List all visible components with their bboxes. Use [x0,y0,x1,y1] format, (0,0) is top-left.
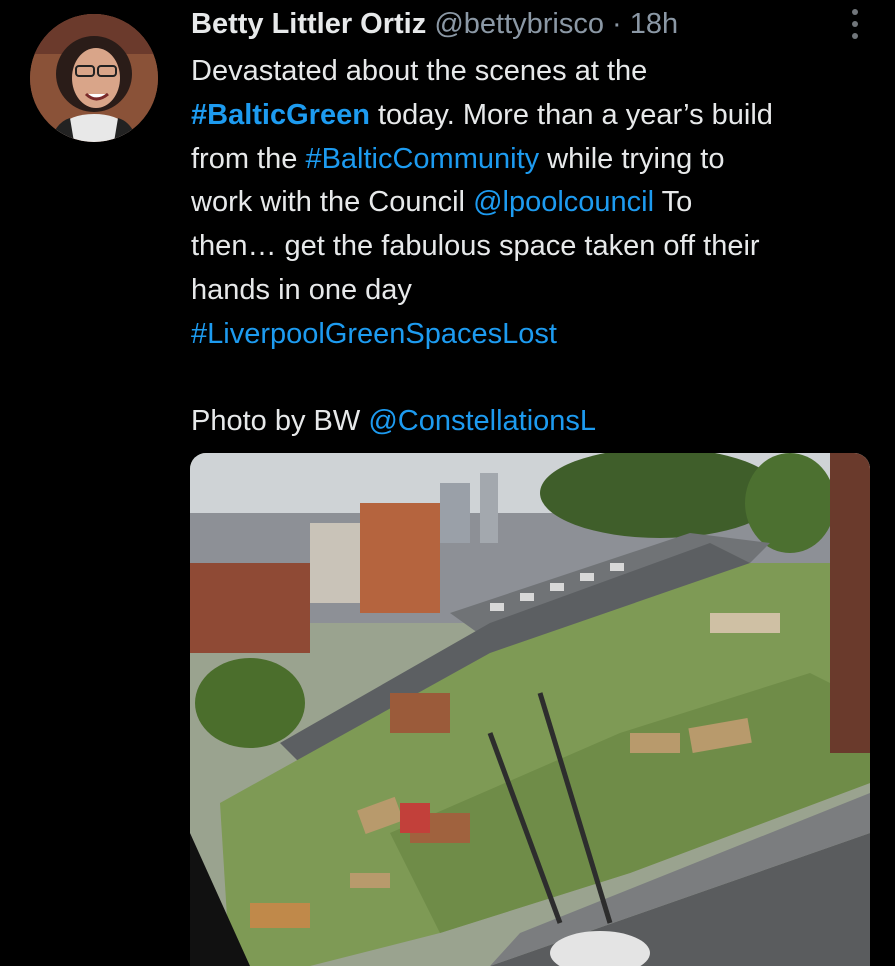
author-handle[interactable]: @bettybrisco [434,8,604,40]
tweet-time[interactable]: 18h [630,8,678,40]
tweet-line: Devastated about the scenes at the [191,55,648,87]
photo-image [190,453,870,966]
avatar-photo [30,14,158,142]
tweet-line: hands in one day [191,273,412,306]
tweet-line: #BalticGreen today. More than a year’s b… [191,98,773,131]
tweet-line: work with the Council @lpoolcouncil To [191,186,693,219]
tweet-line: from the #BalticCommunity while trying t… [191,142,725,175]
more-vertical-icon[interactable] [845,6,865,42]
tweet-header: Betty Littler Ortiz @bettybrisco · 18h [191,6,678,42]
tweet-photo[interactable] [190,453,870,966]
author-name[interactable]: Betty Littler Ortiz [191,8,426,40]
avatar[interactable] [30,14,158,142]
hashtag-balticcommunity[interactable]: #BalticCommunity [305,143,539,175]
tweet-text: Devastated about the scenes at the #Balt… [191,50,871,444]
hashtag-liverpoolgreenspaceslost[interactable]: #LiverpoolGreenSpacesLost [191,313,871,357]
tweet-line: Photo by BW @ConstellationsL [191,405,597,438]
tweet-line: then… get the fabulous space taken off t… [191,230,760,263]
separator-dot: · [612,8,622,40]
mention-lpoolcouncil[interactable]: @lpoolcouncil [473,186,654,218]
mention-constellationsl[interactable]: @ConstellationsL [368,405,596,437]
hashtag-balticgreen[interactable]: #BalticGreen [191,99,370,131]
